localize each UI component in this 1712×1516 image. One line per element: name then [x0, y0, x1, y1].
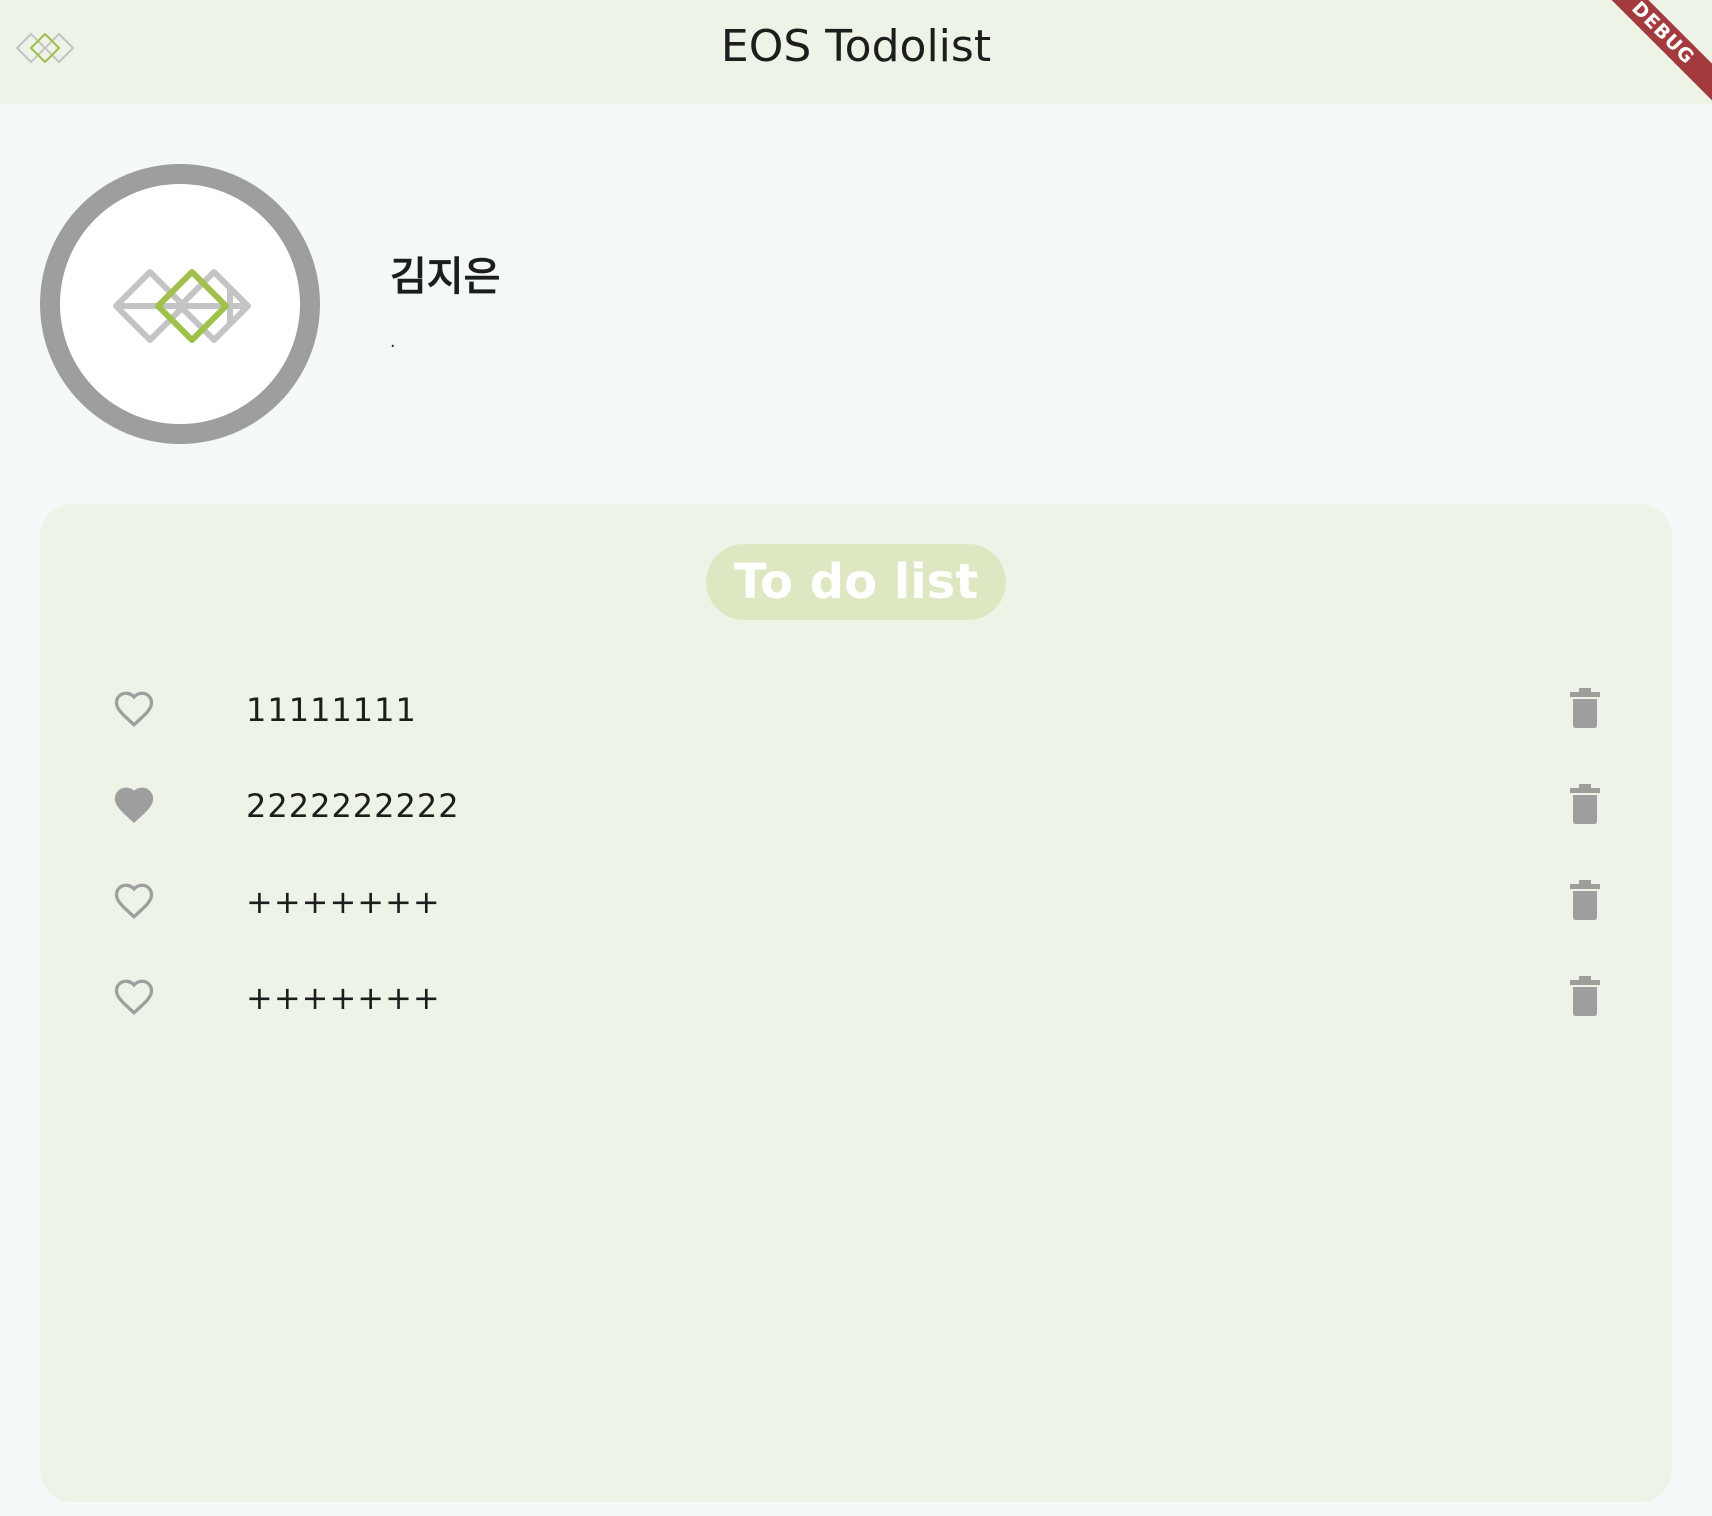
avatar [40, 164, 320, 444]
list-item: 2222222222 [112, 758, 1672, 854]
trash-icon[interactable] [1570, 976, 1600, 1016]
list-item: 11111111 [112, 662, 1672, 758]
profile-subtitle: . [390, 330, 396, 352]
profile-name: 김지은 [390, 254, 501, 300]
trash-icon[interactable] [1570, 784, 1600, 824]
todo-item-label: 2222222222 [246, 787, 460, 825]
todo-item-label: +++++++ [246, 979, 441, 1017]
app-title: EOS Todolist [720, 21, 992, 72]
todo-list-title: To do list [706, 544, 1006, 620]
heart-outline-icon[interactable] [112, 880, 156, 922]
heart-filled-icon[interactable] [112, 784, 156, 826]
trash-icon[interactable] [1570, 880, 1600, 920]
avatar-inner [60, 184, 300, 424]
todo-item-label: +++++++ [246, 883, 441, 921]
app-bar: EOS Todolist DEBUG [0, 0, 1712, 110]
trash-icon[interactable] [1570, 688, 1600, 728]
todo-item-label: 11111111 [246, 691, 417, 729]
list-item: +++++++ [112, 950, 1672, 1046]
todo-card: To do list 11111111 2222222222 +++++++ +… [40, 504, 1672, 1502]
heart-outline-icon[interactable] [112, 976, 156, 1018]
list-item: +++++++ [112, 854, 1672, 950]
heart-outline-icon[interactable] [112, 688, 156, 730]
eos-logo-icon [113, 269, 251, 343]
